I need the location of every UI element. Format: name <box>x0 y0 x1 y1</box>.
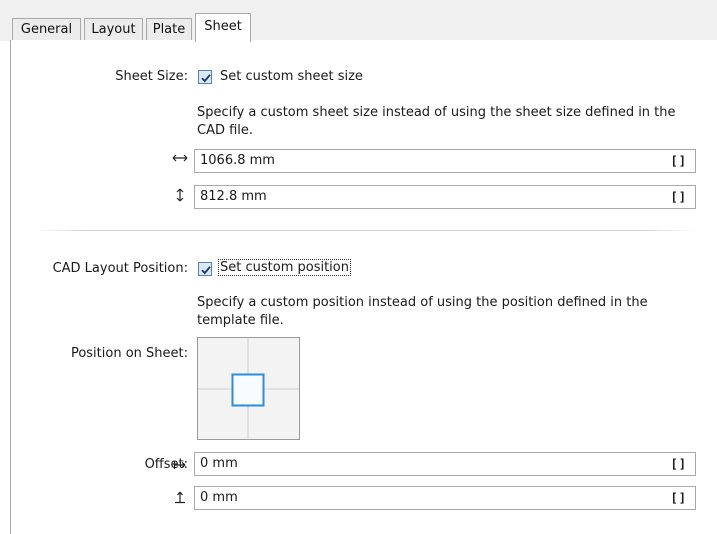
unit-toggle-button[interactable]: [] <box>671 154 687 168</box>
tab-sheet[interactable]: Sheet <box>195 13 251 42</box>
sheet-height-field[interactable]: 812.8 mm [] <box>194 185 696 209</box>
custom-position-checkbox[interactable] <box>198 262 212 276</box>
tab-general[interactable]: General <box>12 18 81 40</box>
position-on-sheet-label: Position on Sheet: <box>70 346 188 361</box>
offset-vertical-icon <box>170 490 190 508</box>
position-description: Specify a custom position instead of usi… <box>197 295 648 328</box>
sheet-size-label: Sheet Size: <box>115 69 188 84</box>
offset-y-value: 0 mm <box>200 490 238 505</box>
section-separator <box>33 230 696 231</box>
offset-x-value: 0 mm <box>200 456 238 471</box>
cad-layout-position-label: CAD Layout Position: <box>52 261 188 276</box>
offset-horizontal-icon <box>170 459 190 474</box>
custom-sheet-size-checkbox[interactable] <box>198 70 212 84</box>
checkmark-icon <box>201 74 211 83</box>
vertical-arrows-icon <box>170 188 190 206</box>
sheet-height-value: 812.8 mm <box>200 189 267 204</box>
sheet-size-description: Specify a custom sheet size instead of u… <box>197 105 676 138</box>
custom-position-checkbox-label[interactable]: Set custom position <box>218 259 351 276</box>
sheet-width-field[interactable]: 1066.8 mm [] <box>194 149 696 173</box>
horizontal-arrows-icon <box>170 152 190 167</box>
position-on-sheet-selector[interactable] <box>197 337 300 440</box>
offset-x-field[interactable]: 0 mm [] <box>194 452 696 476</box>
position-grid-icon <box>198 338 299 439</box>
unit-toggle-button[interactable]: [] <box>671 190 687 204</box>
sheet-width-value: 1066.8 mm <box>200 153 275 168</box>
unit-toggle-button[interactable]: [] <box>671 457 687 471</box>
tab-plate[interactable]: Plate <box>146 18 192 40</box>
offset-y-field[interactable]: 0 mm [] <box>194 486 696 510</box>
checkmark-icon <box>201 266 211 275</box>
tab-layout[interactable]: Layout <box>84 18 143 40</box>
custom-sheet-size-checkbox-label[interactable]: Set custom sheet size <box>220 69 363 84</box>
unit-toggle-button[interactable]: [] <box>671 491 687 505</box>
